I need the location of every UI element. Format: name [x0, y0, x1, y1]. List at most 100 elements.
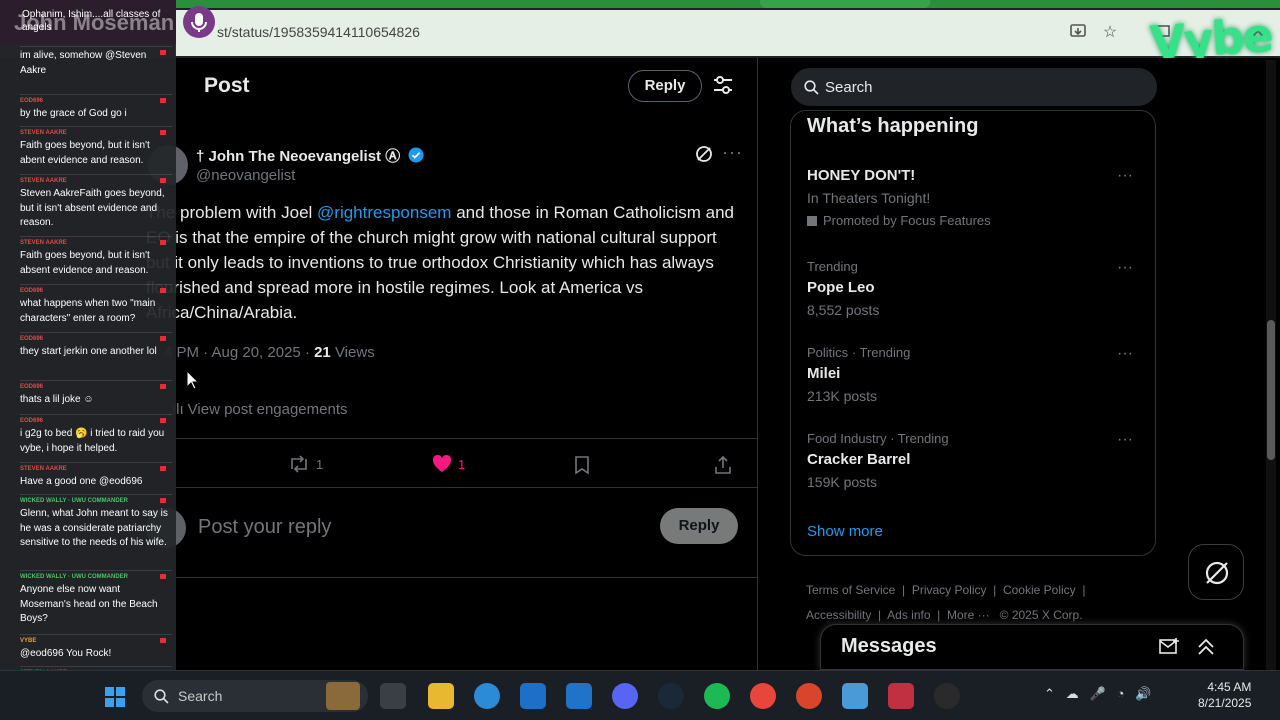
steam-icon[interactable]	[658, 683, 684, 709]
reply-input[interactable]: Post your reply	[198, 516, 331, 539]
like-count: 1	[458, 456, 466, 472]
address-bar[interactable]: st/status/1958359414110654826 ☆ ✕	[175, 10, 1280, 56]
more-options-icon[interactable]: ···	[1117, 167, 1133, 185]
share-button[interactable]	[714, 455, 732, 475]
trend-name[interactable]: Cracker Barrel	[807, 451, 1137, 468]
clock[interactable]: 4:45 AM 8/21/2025	[1198, 679, 1251, 711]
bookmark-star-icon[interactable]: ☆	[1099, 22, 1121, 44]
chat-message: STEVEN AAKRE Have a good one @eod696	[20, 462, 172, 490]
show-more-link[interactable]: Show more	[807, 523, 883, 540]
url-text[interactable]: st/status/1958359414110654826	[217, 24, 420, 40]
edge-icon[interactable]	[474, 683, 500, 709]
system-tray[interactable]: ⌃ ☁ 🎤 ◔ 🔊	[1044, 686, 1151, 702]
chat-message: STEVEN AAKRE Faith goes beyond, but it is…	[20, 126, 172, 168]
taskbar-search[interactable]: Search	[142, 680, 368, 712]
obs-icon[interactable]	[934, 683, 960, 709]
post-meta: 4 PM · Aug 20, 2025 · 21 Views	[164, 344, 375, 361]
chat-username: EOD696	[20, 98, 44, 104]
outlook-icon[interactable]	[566, 683, 592, 709]
more-options-icon[interactable]: ···	[1117, 345, 1133, 363]
more-options-icon[interactable]: ···	[1117, 259, 1133, 277]
file-explorer-icon[interactable]	[428, 683, 454, 709]
discord-icon[interactable]	[612, 683, 638, 709]
chat-message-text: Have a good one @eod696	[20, 476, 143, 487]
store-icon[interactable]	[520, 683, 546, 709]
reply-button[interactable]: Reply	[660, 508, 738, 544]
more-options-icon[interactable]: ···	[722, 142, 743, 163]
taskbar-search-label: Search	[178, 688, 223, 704]
mention-link[interactable]: @rightresponsem	[317, 203, 451, 222]
chat-username: STEVEN AAKRE	[20, 466, 67, 472]
new-message-icon[interactable]	[1159, 637, 1181, 657]
chrome-icon[interactable]	[750, 683, 776, 709]
engagements-label[interactable]: View post engagements	[188, 401, 348, 418]
mouse-cursor-icon	[186, 370, 200, 390]
snipping-tool-icon[interactable]	[888, 683, 914, 709]
post-time[interactable]: 4 PM · Aug 20, 2025 ·	[164, 344, 314, 361]
trend-name[interactable]: Milei	[807, 365, 1137, 382]
reply-header-button[interactable]: Reply	[628, 70, 702, 102]
browser-tab[interactable]	[760, 0, 930, 8]
author-name-text[interactable]: † John The Neoevangelist Ⓐ	[196, 148, 400, 165]
author-handle[interactable]: @neovangelist	[196, 167, 295, 184]
grok-button[interactable]	[1188, 544, 1244, 600]
expand-up-icon[interactable]	[1197, 637, 1215, 657]
chat-message-text: Faith goes beyond, but it isn't abent ev…	[20, 140, 150, 166]
chrome-profile-icon[interactable]	[796, 683, 822, 709]
trend-item[interactable]: Trending Pope Leo 8,552 posts ···	[807, 259, 1137, 318]
author-name[interactable]: † John The Neoevangelist Ⓐ	[196, 145, 424, 166]
messages-drawer[interactable]: Messages	[820, 624, 1244, 670]
page-title: Post	[204, 74, 250, 97]
views-label: Views	[330, 344, 375, 361]
bookmark-button[interactable]	[574, 455, 590, 475]
whats-happening-panel: What’s happening HONEY DON'T! In Theater…	[790, 110, 1156, 556]
chat-message: EOD696 thats a lil joke ☺	[20, 380, 172, 408]
platform-badge-icon	[160, 98, 166, 103]
clock-date: 8/21/2025	[1198, 696, 1252, 710]
footer-link[interactable]: More ···	[947, 608, 990, 622]
chat-message: EOD696 what happens when two "main charac…	[20, 284, 172, 326]
more-options-icon[interactable]: ···	[1117, 431, 1133, 449]
view-engagements-link[interactable]: ılı View post engagements	[172, 401, 348, 418]
chat-username: WICKED WALLY · UWU COMMANDER	[20, 574, 128, 580]
chat-message-text: thats a lil joke ☺	[20, 394, 94, 405]
chat-message-text: Anyone else now want Moseman's head on t…	[20, 584, 158, 624]
trend-name[interactable]: HONEY DON'T!	[807, 167, 1137, 184]
install-app-icon[interactable]	[1067, 22, 1089, 44]
post-column: Post Reply † John The Neoevangelist Ⓐ @n…	[146, 58, 758, 670]
footer-link[interactable]: Ads info	[887, 608, 930, 622]
trend-name[interactable]: Pope Leo	[807, 279, 1137, 296]
like-button[interactable]: 1	[432, 455, 465, 473]
views-count: 21	[314, 344, 331, 361]
scrollbar-thumb[interactable]	[1267, 320, 1275, 460]
retweet-button[interactable]: 1	[288, 455, 323, 473]
trend-item[interactable]: Politics · Trending Milei 213K posts ···	[807, 345, 1137, 404]
footer-link[interactable]: Cookie Policy	[1003, 583, 1076, 597]
chat-message-text: @eod696 You Rock!	[20, 648, 112, 659]
chat-username: EOD696	[20, 288, 44, 294]
retweet-count: 1	[316, 456, 324, 472]
footer-link[interactable]: Privacy Policy	[912, 583, 987, 597]
search-placeholder: Search	[825, 79, 873, 96]
search-highlight-image	[326, 682, 360, 710]
trend-post-count: 8,552 posts	[807, 302, 880, 318]
trend-item[interactable]: Food Industry · Trending Cracker Barrel …	[807, 431, 1137, 490]
app-icon[interactable]	[842, 683, 868, 709]
chat-message-text: they start jerkin one another lol	[20, 346, 157, 357]
chat-message: VYBE @eod696 You Rock!	[20, 634, 172, 662]
grok-icon[interactable]	[694, 144, 714, 164]
footer-link[interactable]: Terms of Service	[806, 583, 895, 597]
task-view-icon[interactable]	[380, 683, 406, 709]
search-input[interactable]: Search	[791, 68, 1157, 106]
windows-start-icon[interactable]	[104, 686, 126, 708]
footer-link[interactable]: Accessibility	[806, 608, 871, 622]
screen: st/status/1958359414110654826 ☆ ✕ Vybe P…	[0, 0, 1280, 720]
filter-icon[interactable]	[710, 72, 736, 98]
trend-item[interactable]: HONEY DON'T! In Theaters Tonight! Promot…	[807, 167, 1137, 228]
scrollbar[interactable]	[1266, 60, 1276, 670]
chat-message: im alive, somehow @Steven Aakre	[20, 46, 172, 78]
platform-badge-icon	[160, 178, 166, 183]
spotify-icon[interactable]	[704, 683, 730, 709]
chat-message: WICKED WALLY · UWU COMMANDER Glenn, what …	[20, 494, 172, 551]
trend-subtitle: In Theaters Tonight!	[807, 190, 931, 206]
